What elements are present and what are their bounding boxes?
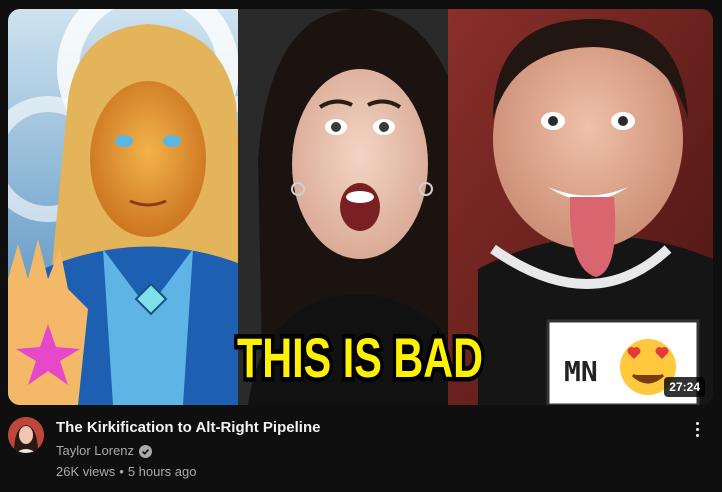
avatar-image xyxy=(8,417,44,453)
menu-dot xyxy=(695,421,699,425)
video-thumbnail[interactable]: MN THIS IS BAD 27:24 xyxy=(8,9,713,405)
video-stats: 26K views • 5 hours ago xyxy=(56,463,676,481)
duration-badge: 27:24 xyxy=(664,377,705,397)
video-title[interactable]: The Kirkification to Alt-Right Pipeline xyxy=(56,418,676,438)
more-vertical-icon[interactable] xyxy=(685,417,709,441)
menu-dot xyxy=(695,433,699,437)
channel-name[interactable]: Taylor Lorenz xyxy=(56,442,134,460)
channel-avatar[interactable] xyxy=(8,417,44,453)
thumbnail-image: MN THIS IS BAD xyxy=(8,9,713,405)
channel-row: Taylor Lorenz xyxy=(56,442,676,460)
video-card[interactable]: MN THIS IS BAD 27:24 The Kirkification t… xyxy=(0,0,722,492)
view-count: 26K views xyxy=(56,464,116,479)
upload-age: 5 hours ago xyxy=(127,464,197,479)
thumbnail-sticker-text: MN xyxy=(564,355,598,388)
stats-separator: • xyxy=(119,464,124,479)
video-metadata: The Kirkification to Alt-Right Pipeline … xyxy=(8,417,713,487)
thumbnail-caption: THIS IS BAD xyxy=(237,326,483,389)
menu-dot xyxy=(695,427,699,431)
verified-check-icon xyxy=(139,444,153,458)
video-details: The Kirkification to Alt-Right Pipeline … xyxy=(56,417,676,481)
